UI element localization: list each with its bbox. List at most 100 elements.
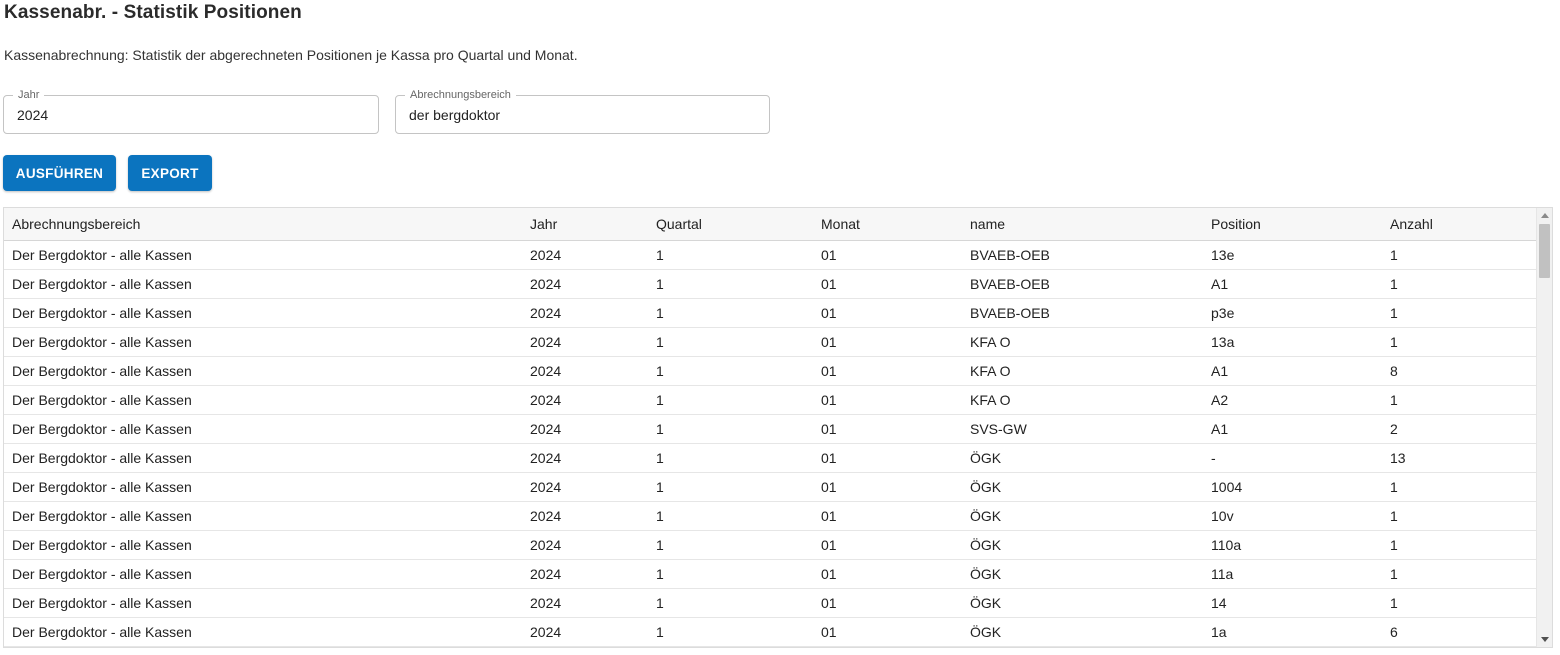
cell-abrechnungsbereich: Der Bergdoktor - alle Kassen (4, 501, 522, 531)
column-header-quartal[interactable]: Quartal (648, 208, 813, 241)
cell-jahr: 2024 (522, 356, 648, 386)
results-table: Abrechnungsbereich Jahr Quartal Monat na… (3, 207, 1553, 648)
cell-anzahl: 1 (1382, 501, 1537, 531)
table-row[interactable]: Der Bergdoktor - alle Kassen 2024 1 01 BVAEB… (4, 298, 1537, 328)
page-title: Kassenabr. - Statistik Positionen (4, 2, 302, 23)
cell-monat: 01 (813, 617, 962, 647)
scroll-up-icon[interactable] (1541, 213, 1549, 218)
cell-jahr: 2024 (522, 327, 648, 357)
cell-jahr: 2024 (522, 588, 648, 618)
cell-quartal: 1 (648, 617, 813, 647)
abrechnungsbereich-value[interactable]: der bergdoktor (409, 107, 500, 123)
cell-name: ÖGK (962, 588, 1203, 618)
cell-jahr: 2024 (522, 443, 648, 473)
table-row[interactable]: Der Bergdoktor - alle Kassen 2024 1 01 ÖGK 10… (4, 472, 1537, 502)
jahr-field[interactable]: Jahr 2024 (3, 88, 379, 134)
cell-position: 11a (1203, 559, 1382, 589)
page-description: Kassenabrechnung: Statistik der abgerech… (4, 47, 578, 63)
column-header-position[interactable]: Position (1203, 208, 1382, 241)
cell-name: ÖGK (962, 472, 1203, 502)
cell-monat: 01 (813, 327, 962, 357)
table-row[interactable]: Der Bergdoktor - alle Kassen 2024 1 01 KFA O… (4, 356, 1537, 386)
table-row[interactable]: Der Bergdoktor - alle Kassen 2024 1 01 KFA O… (4, 385, 1537, 415)
table-row[interactable]: Der Bergdoktor - alle Kassen 2024 1 01 BVAEB… (4, 269, 1537, 299)
cell-abrechnungsbereich: Der Bergdoktor - alle Kassen (4, 559, 522, 589)
cell-name: BVAEB-OEB (962, 269, 1203, 299)
cell-quartal: 1 (648, 443, 813, 473)
cell-name: BVAEB-OEB (962, 240, 1203, 270)
jahr-label: Jahr (13, 88, 45, 102)
cell-monat: 01 (813, 269, 962, 299)
cell-position: A1 (1203, 414, 1382, 444)
cell-abrechnungsbereich: Der Bergdoktor - alle Kassen (4, 414, 522, 444)
cell-jahr: 2024 (522, 298, 648, 328)
cell-abrechnungsbereich: Der Bergdoktor - alle Kassen (4, 298, 522, 328)
table-row[interactable]: Der Bergdoktor - alle Kassen 2024 1 01 ÖGK 14… (4, 588, 1537, 618)
cell-quartal: 1 (648, 356, 813, 386)
cell-name: KFA O (962, 356, 1203, 386)
cell-position: 1004 (1203, 472, 1382, 502)
cell-anzahl: 6 (1382, 617, 1537, 647)
cell-abrechnungsbereich: Der Bergdoktor - alle Kassen (4, 385, 522, 415)
table-scrollbar[interactable] (1536, 208, 1552, 647)
cell-position: 10v (1203, 501, 1382, 531)
export-button[interactable]: EXPORT (128, 155, 212, 191)
cell-name: ÖGK (962, 501, 1203, 531)
cell-jahr: 2024 (522, 240, 648, 270)
column-header-monat[interactable]: Monat (813, 208, 962, 241)
cell-name: SVS-GW (962, 414, 1203, 444)
cell-anzahl: 1 (1382, 327, 1537, 357)
cell-jahr: 2024 (522, 559, 648, 589)
column-header-anzahl[interactable]: Anzahl (1382, 208, 1537, 241)
cell-monat: 01 (813, 501, 962, 531)
cell-position: 1a (1203, 617, 1382, 647)
cell-anzahl: 1 (1382, 385, 1537, 415)
cell-anzahl: 13 (1382, 443, 1537, 473)
cell-quartal: 1 (648, 559, 813, 589)
run-button[interactable]: AUSFÜHREN (3, 155, 116, 191)
scroll-down-icon[interactable] (1541, 637, 1549, 642)
cell-anzahl: 1 (1382, 588, 1537, 618)
table-row[interactable]: Der Bergdoktor - alle Kassen 2024 1 01 ÖGK 11… (4, 559, 1537, 589)
cell-abrechnungsbereich: Der Bergdoktor - alle Kassen (4, 269, 522, 299)
cell-name: ÖGK (962, 530, 1203, 560)
scroll-thumb[interactable] (1539, 224, 1550, 278)
column-header-abrechnungsbereich[interactable]: Abrechnungsbereich (4, 208, 522, 241)
cell-monat: 01 (813, 559, 962, 589)
cell-position: 13e (1203, 240, 1382, 270)
cell-monat: 01 (813, 530, 962, 560)
cell-monat: 01 (813, 356, 962, 386)
cell-monat: 01 (813, 298, 962, 328)
cell-anzahl: 1 (1382, 530, 1537, 560)
table-row[interactable]: Der Bergdoktor - alle Kassen 2024 1 01 ÖGK -1… (4, 443, 1537, 473)
cell-anzahl: 1 (1382, 240, 1537, 270)
cell-abrechnungsbereich: Der Bergdoktor - alle Kassen (4, 588, 522, 618)
cell-anzahl: 1 (1382, 559, 1537, 589)
cell-abrechnungsbereich: Der Bergdoktor - alle Kassen (4, 617, 522, 647)
cell-position: - (1203, 443, 1382, 473)
cell-quartal: 1 (648, 501, 813, 531)
cell-monat: 01 (813, 472, 962, 502)
abrechnungsbereich-field[interactable]: Abrechnungsbereich der bergdoktor (395, 88, 770, 134)
table-row[interactable]: Der Bergdoktor - alle Kassen 2024 1 01 ÖGK 1a… (4, 617, 1537, 647)
cell-jahr: 2024 (522, 414, 648, 444)
abrechnungsbereich-label: Abrechnungsbereich (405, 88, 516, 102)
cell-monat: 01 (813, 443, 962, 473)
cell-name: KFA O (962, 327, 1203, 357)
table-row[interactable]: Der Bergdoktor - alle Kassen 2024 1 01 KFA O… (4, 327, 1537, 357)
cell-anzahl: 1 (1382, 472, 1537, 502)
table-row[interactable]: Der Bergdoktor - alle Kassen 2024 1 01 BVAEB… (4, 240, 1537, 270)
table-row[interactable]: Der Bergdoktor - alle Kassen 2024 1 01 ÖGK 10… (4, 501, 1537, 531)
cell-name: ÖGK (962, 443, 1203, 473)
cell-jahr: 2024 (522, 501, 648, 531)
cell-monat: 01 (813, 240, 962, 270)
jahr-value[interactable]: 2024 (17, 107, 48, 123)
cell-abrechnungsbereich: Der Bergdoktor - alle Kassen (4, 327, 522, 357)
cell-quartal: 1 (648, 472, 813, 502)
table-row[interactable]: Der Bergdoktor - alle Kassen 2024 1 01 ÖGK 11… (4, 530, 1537, 560)
column-header-jahr[interactable]: Jahr (522, 208, 648, 241)
column-header-name[interactable]: name (962, 208, 1203, 241)
table-row[interactable]: Der Bergdoktor - alle Kassen 2024 1 01 SVS-G… (4, 414, 1537, 444)
cell-anzahl: 1 (1382, 298, 1537, 328)
cell-anzahl: 2 (1382, 414, 1537, 444)
